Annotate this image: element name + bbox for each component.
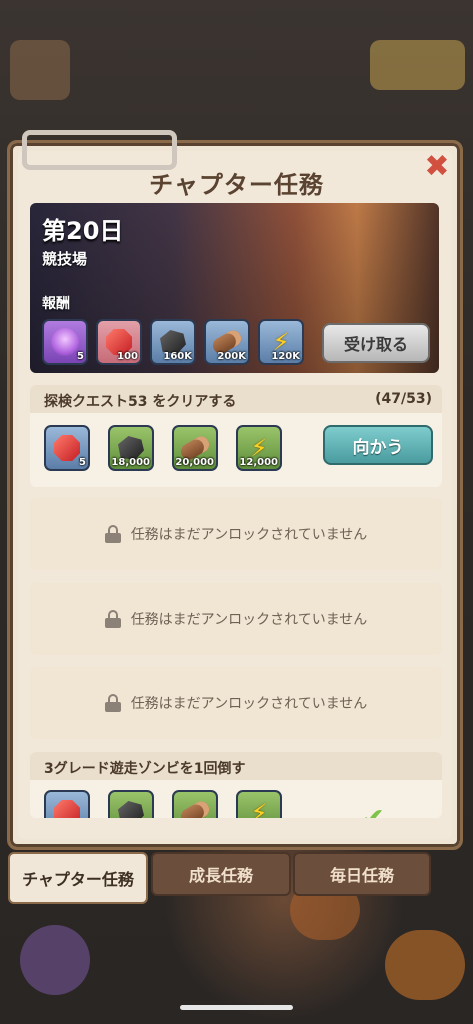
locked-quest-card: 任務はまだアンロックされていません (30, 583, 442, 655)
coal-icon (118, 801, 144, 818)
hero-icon (51, 328, 79, 356)
lock-icon (104, 694, 121, 712)
lock-icon (104, 610, 121, 628)
quest-tabs: チャプター任務 成長任務 毎日任務 (8, 852, 468, 904)
locked-quest-card: 任務はまだアンロックされていません (30, 498, 442, 570)
checkmark-icon: ✔ (360, 802, 385, 818)
wood-icon (178, 798, 212, 818)
reward-item[interactable]: 5 (44, 425, 90, 471)
chapter-place: 競技場 (42, 250, 88, 268)
gem-icon (54, 435, 80, 461)
quest-title: 3グレード遊走ゾンビを1回倒す (44, 761, 246, 777)
receive-button[interactable]: 受け取る (322, 323, 430, 363)
tab-daily-quests[interactable]: 毎日任務 (293, 852, 431, 896)
background-avatar (20, 925, 90, 995)
locked-text: 任務はまだアンロックされていません (130, 612, 368, 628)
quest-card: 3グレード遊走ゾンビを1回倒す ⚡ ✔ (30, 752, 442, 818)
home-indicator (180, 1005, 293, 1010)
lock-icon (104, 525, 121, 543)
reward-item[interactable]: 100 (96, 319, 142, 365)
clipboard-clip (22, 130, 177, 170)
reward-item[interactable]: ⚡ (236, 790, 282, 818)
reward-item[interactable]: 5 (42, 319, 88, 365)
quest-title: 探検クエスト53 をクリアする (44, 394, 237, 410)
reward-item[interactable]: 18,000 (108, 425, 154, 471)
panel-title: チャプター任務 (149, 171, 324, 199)
tab-chapter-quests[interactable]: チャプター任務 (8, 852, 148, 904)
reward-item[interactable] (44, 790, 90, 818)
reward-item[interactable]: 160K (150, 319, 196, 365)
reward-item[interactable]: 20,000 (172, 425, 218, 471)
locked-text: 任務はまだアンロックされていません (130, 696, 368, 712)
gem-icon (54, 800, 80, 818)
chapter-day: 第20日 (42, 217, 124, 245)
locked-quest-card: 任務はまだアンロックされていません (30, 667, 442, 739)
reward-item[interactable] (172, 790, 218, 818)
quest-progress: (47/53) (375, 391, 432, 407)
go-button[interactable]: 向かう (323, 425, 433, 465)
tab-growth-quests[interactable]: 成長任務 (151, 852, 291, 896)
background-portrait (10, 40, 70, 100)
reward-item[interactable] (108, 790, 154, 818)
reward-item[interactable]: 200K (204, 319, 250, 365)
close-icon[interactable]: ✖ (422, 152, 452, 182)
background-avatar-right (385, 930, 465, 1000)
lightning-icon: ⚡ (250, 799, 268, 818)
reward-label: 報酬 (42, 296, 70, 312)
reward-item[interactable]: ⚡ 120K (258, 319, 304, 365)
locked-text: 任務はまだアンロックされていません (130, 527, 368, 543)
background-banner (370, 40, 465, 90)
quest-card: 探検クエスト53 をクリアする (47/53) 5 18,000 20,000 … (30, 385, 442, 487)
reward-item[interactable]: ⚡ 12,000 (236, 425, 282, 471)
